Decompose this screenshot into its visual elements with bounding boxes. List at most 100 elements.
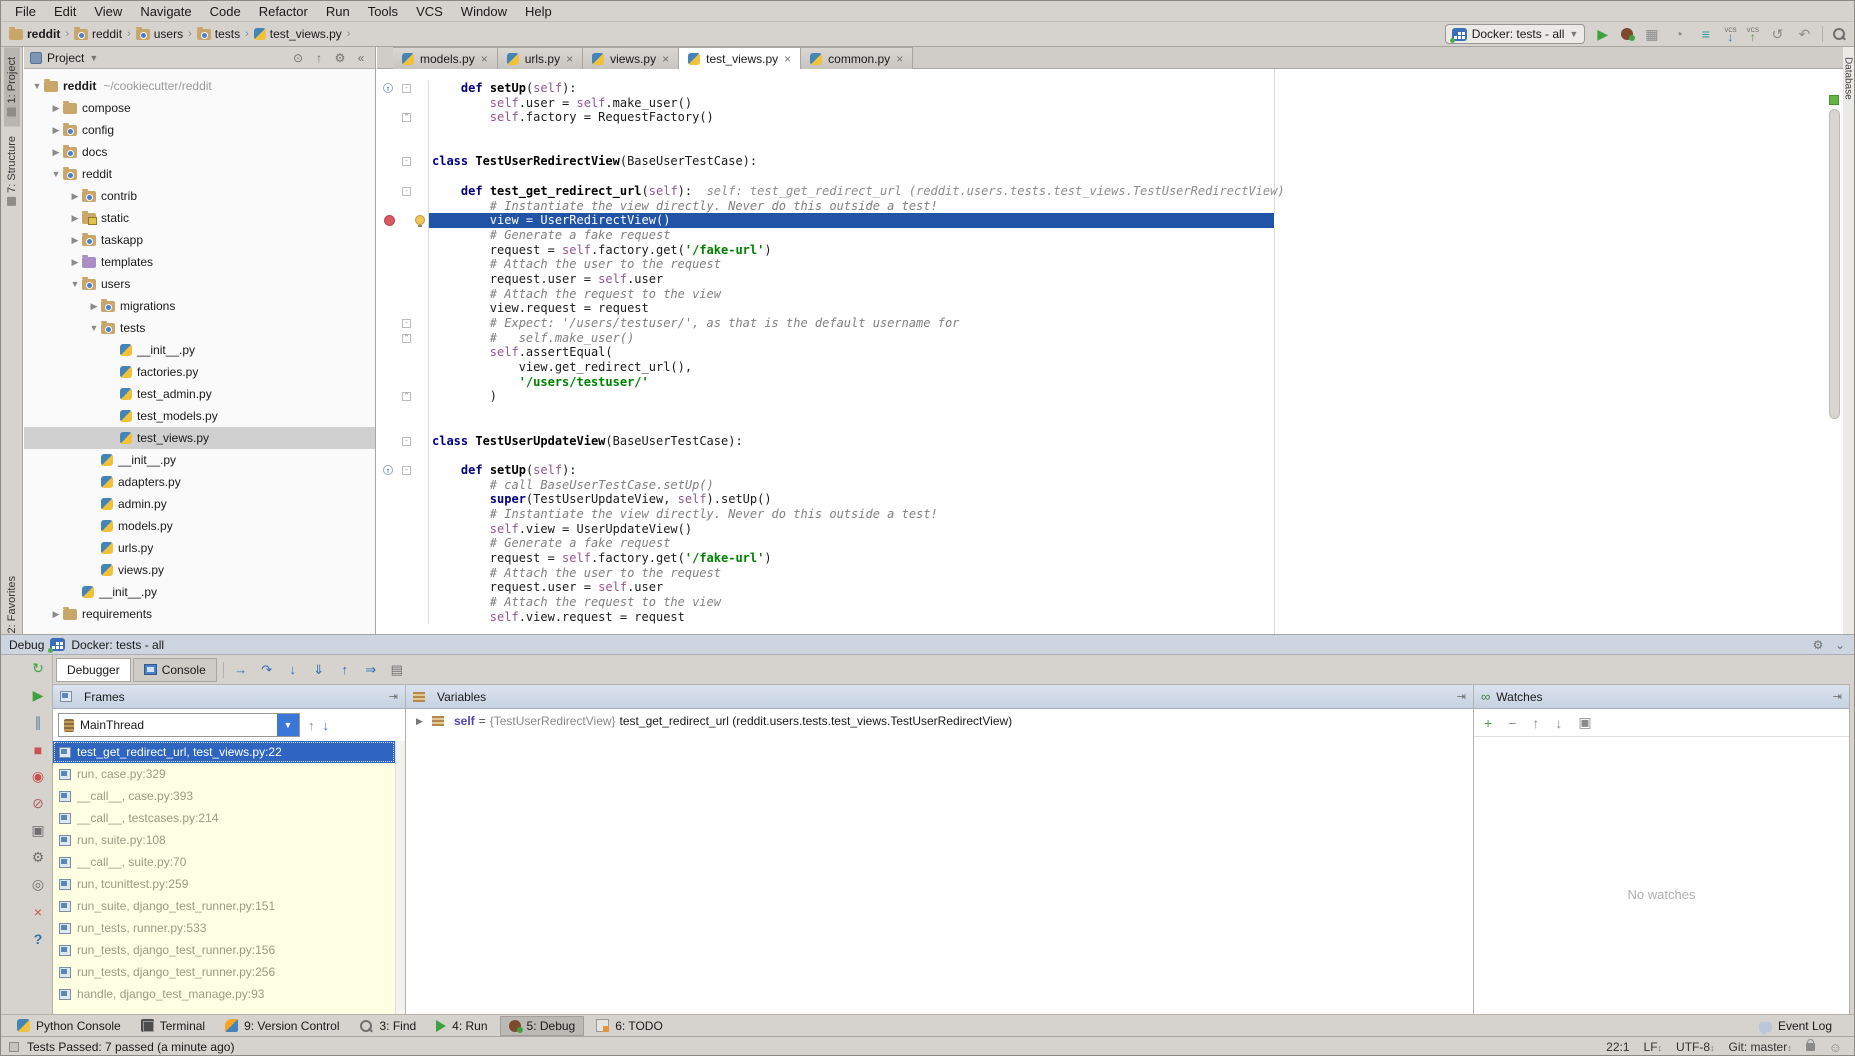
- expand-icon[interactable]: ▶: [416, 716, 428, 727]
- tab-common-py[interactable]: common.py×: [801, 47, 913, 69]
- code-text[interactable]: self.view = UserUpdateView(): [429, 522, 1843, 537]
- close-icon[interactable]: ×: [784, 53, 791, 65]
- fold-end-icon[interactable]: ^: [402, 334, 411, 343]
- chevron-right-icon[interactable]: ▶: [87, 301, 101, 312]
- code-text[interactable]: view = UserRedirectView(): [429, 213, 1843, 228]
- status-message[interactable]: Tests Passed: 7 passed (a minute ago): [27, 1040, 234, 1054]
- debug-icon[interactable]: [1621, 28, 1633, 40]
- frame-up-icon[interactable]: ↑: [308, 718, 315, 733]
- menu-vcs[interactable]: VCS: [408, 3, 451, 20]
- menu-view[interactable]: View: [86, 3, 130, 20]
- variable-row[interactable]: ▶self = {TestUserRedirectView} test_get_…: [406, 709, 1473, 733]
- tree-item-static[interactable]: ▶static: [24, 207, 375, 229]
- tree-item-test_views-py[interactable]: test_views.py: [24, 427, 375, 449]
- editor-gutter[interactable]: [377, 272, 429, 287]
- run-icon[interactable]: ▶: [1594, 27, 1611, 41]
- editor-gutter[interactable]: [377, 492, 429, 507]
- profiler-icon[interactable]: ◔: [1670, 27, 1687, 41]
- stripe-7-structure[interactable]: 7: Structure: [4, 126, 20, 216]
- fold-collapse-icon[interactable]: -: [402, 157, 411, 166]
- editor-gutter[interactable]: -: [377, 316, 429, 331]
- locate-file-icon[interactable]: ⊙: [290, 51, 306, 65]
- tree-item-urls-py[interactable]: urls.py: [24, 537, 375, 559]
- menu-navigate[interactable]: Navigate: [132, 3, 199, 20]
- pause-icon[interactable]: ∥: [24, 709, 52, 736]
- toolwindow-button-python[interactable]: Python Console: [9, 1016, 129, 1036]
- menu-file[interactable]: File: [7, 3, 44, 20]
- breakpoint-icon[interactable]: [384, 215, 395, 226]
- code-text[interactable]: def test_get_redirect_url(self): self: t…: [429, 184, 1843, 199]
- code-text[interactable]: '/users/testuser/': [429, 375, 1843, 390]
- frame-row[interactable]: __call__, testcases.py:214: [53, 807, 395, 829]
- code-text[interactable]: [429, 140, 1843, 155]
- code-text[interactable]: # self.make_user(): [429, 331, 1843, 346]
- chevron-right-icon[interactable]: ▶: [49, 125, 63, 136]
- tree-item-reddit[interactable]: ▼reddit: [24, 163, 375, 185]
- rollback-icon[interactable]: ↶: [1796, 27, 1813, 41]
- tree-item-tests[interactable]: ▼tests: [24, 317, 375, 339]
- code-text[interactable]: self.view.request = request: [429, 610, 1843, 625]
- code-text[interactable]: # Attach the request to the view: [429, 287, 1843, 302]
- toolwindow-button-eventlog[interactable]: Event Log: [1751, 1016, 1840, 1036]
- overriding-method-icon[interactable]: ↑: [383, 465, 393, 475]
- frame-row[interactable]: run, case.py:329: [53, 763, 395, 785]
- resume-icon[interactable]: ▶: [24, 682, 52, 709]
- toolwindow-button-find[interactable]: 3: Find: [351, 1016, 424, 1036]
- project-panel-title[interactable]: Project: [47, 51, 84, 65]
- editor-gutter[interactable]: [377, 213, 429, 228]
- code-text[interactable]: self.user = self.make_user(): [429, 96, 1843, 111]
- tree-item-compose[interactable]: ▶compose: [24, 97, 375, 119]
- chevron-right-icon[interactable]: ▶: [68, 191, 82, 202]
- editor-gutter[interactable]: ^: [377, 331, 429, 346]
- stop-icon[interactable]: ■: [24, 736, 52, 763]
- tab-models-py[interactable]: models.py×: [393, 47, 498, 69]
- fold-collapse-icon[interactable]: -: [402, 319, 411, 328]
- step-out-icon[interactable]: ↑: [334, 662, 356, 678]
- editor-gutter[interactable]: ^: [377, 389, 429, 404]
- tab-console[interactable]: Console: [133, 658, 217, 682]
- stripe-1-project[interactable]: 1: Project: [4, 47, 20, 126]
- menu-run[interactable]: Run: [318, 3, 358, 20]
- panel-options-icon[interactable]: ⇥: [1833, 690, 1842, 703]
- move-down-icon[interactable]: ↓: [1555, 715, 1562, 731]
- menu-edit[interactable]: Edit: [46, 3, 84, 20]
- code-text[interactable]: self.factory = RequestFactory(): [429, 110, 1843, 125]
- code-text[interactable]: # Attach the user to the request: [429, 566, 1843, 581]
- code-text[interactable]: # Generate a fake request: [429, 228, 1843, 243]
- code-text[interactable]: class TestUserRedirectView(BaseUserTestC…: [429, 154, 1843, 169]
- toolwindow-button-debug[interactable]: 5: Debug: [500, 1016, 585, 1036]
- collapse-all-icon[interactable]: ↑: [311, 51, 327, 65]
- editor-gutter[interactable]: [377, 243, 429, 258]
- gear-icon[interactable]: ⚙: [1810, 638, 1826, 652]
- code-text[interactable]: request.user = self.user: [429, 580, 1843, 595]
- editor-gutter[interactable]: [377, 551, 429, 566]
- editor-gutter[interactable]: [377, 522, 429, 537]
- frames-scrollbar[interactable]: [395, 741, 405, 1014]
- show-execution-point-icon[interactable]: →: [230, 662, 252, 678]
- toolwindow-button-todo[interactable]: 6: TODO: [588, 1016, 671, 1036]
- editor-gutter[interactable]: ↑-: [377, 81, 429, 96]
- code-text[interactable]: # Attach the user to the request: [429, 257, 1843, 272]
- thread-selector[interactable]: MainThread ▼: [58, 713, 300, 737]
- chevron-right-icon[interactable]: ▶: [68, 257, 82, 268]
- menu-tools[interactable]: Tools: [360, 3, 406, 20]
- editor-gutter[interactable]: ^: [377, 110, 429, 125]
- code-editor[interactable]: ↑- def setUp(self): self.user = self.mak…: [377, 69, 1843, 634]
- chevron-right-icon[interactable]: ▶: [49, 147, 63, 158]
- editor-gutter[interactable]: [377, 257, 429, 272]
- tree-item-views-py[interactable]: views.py: [24, 559, 375, 581]
- lock-icon[interactable]: [1806, 1043, 1815, 1051]
- editor-gutter[interactable]: [377, 140, 429, 155]
- editor-gutter[interactable]: [377, 169, 429, 184]
- code-text[interactable]: class TestUserUpdateView(BaseUserTestCas…: [429, 434, 1843, 449]
- chevron-right-icon[interactable]: ▶: [68, 235, 82, 246]
- editor-gutter[interactable]: [377, 478, 429, 493]
- code-text[interactable]: self.assertEqual(: [429, 345, 1843, 360]
- rerun-icon[interactable]: ↻: [24, 655, 52, 682]
- frame-row[interactable]: test_get_redirect_url, test_views.py:22: [53, 741, 395, 763]
- editor-gutter[interactable]: [377, 228, 429, 243]
- editor-gutter[interactable]: [377, 419, 429, 434]
- code-text[interactable]: # Attach the request to the view: [429, 595, 1843, 610]
- restore-layout-icon[interactable]: ▣: [24, 817, 52, 844]
- tree-item-templates[interactable]: ▶templates: [24, 251, 375, 273]
